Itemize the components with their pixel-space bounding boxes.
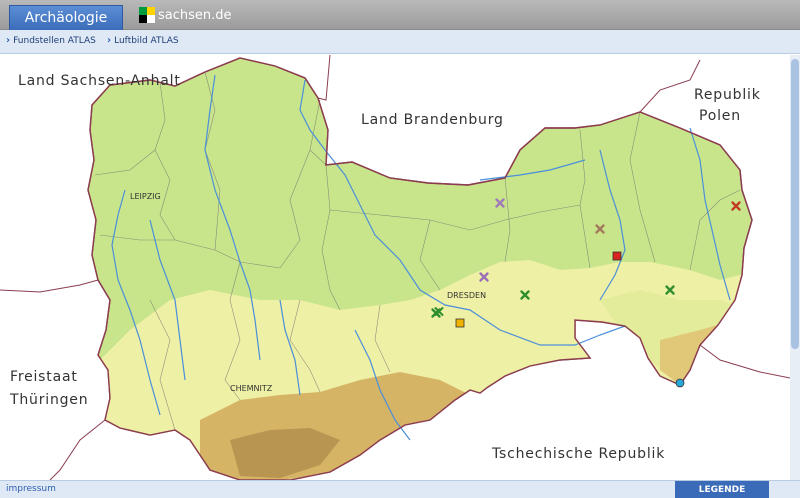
sachsen-logo[interactable]: sachsen.de <box>139 6 232 24</box>
chevron-right-icon: › <box>6 35 11 46</box>
top-bar: Archäologie sachsen.de <box>0 0 800 31</box>
chevron-right-icon: › <box>107 35 112 46</box>
vertical-scrollbar[interactable] <box>790 55 800 480</box>
map-canvas[interactable]: Land Sachsen-Anhalt Land Brandenburg Rep… <box>0 55 790 480</box>
impressum-link[interactable]: impressum <box>6 484 56 494</box>
nav-link-luftbild-atlas[interactable]: › Luftbild ATLAS <box>107 35 179 46</box>
nav-link-label: Luftbild ATLAS <box>114 35 179 46</box>
nav-link-label: Fundstellen ATLAS <box>13 35 96 46</box>
app-tab-archaeologie[interactable]: Archäologie <box>9 5 123 31</box>
label-republik: Republik <box>694 87 761 103</box>
sachsen-logo-icon <box>139 7 155 23</box>
city-label-chemnitz[interactable]: CHEMNITZ <box>230 384 273 393</box>
marker-square-yellow[interactable] <box>455 318 465 328</box>
label-thueringen: Thüringen <box>9 392 88 408</box>
legend-button[interactable]: LEGENDE <box>675 481 769 498</box>
label-brandenburg: Land Brandenburg <box>361 112 504 128</box>
bottom-bar: impressum LEGENDE <box>0 480 800 498</box>
map-view[interactable]: Land Sachsen-Anhalt Land Brandenburg Rep… <box>0 55 790 480</box>
label-freistaat: Freistaat <box>10 369 78 385</box>
scrollbar-thumb[interactable] <box>791 59 799 349</box>
city-label-leipzig[interactable]: LEIPZIG <box>130 192 161 201</box>
label-polen: Polen <box>699 108 741 124</box>
marker-square-red[interactable] <box>612 251 622 261</box>
label-tschechische-republik: Tschechische Republik <box>491 446 665 462</box>
marker-circle[interactable] <box>675 378 685 388</box>
nav-bar: › Fundstellen ATLAS › Luftbild ATLAS <box>0 30 800 54</box>
nav-link-fundstellen-atlas[interactable]: › Fundstellen ATLAS <box>6 35 96 46</box>
city-label-dresden[interactable]: DRESDEN <box>447 291 486 300</box>
logo-text: sachsen.de <box>158 7 232 23</box>
label-sachsen-anhalt: Land Sachsen-Anhalt <box>18 73 181 89</box>
